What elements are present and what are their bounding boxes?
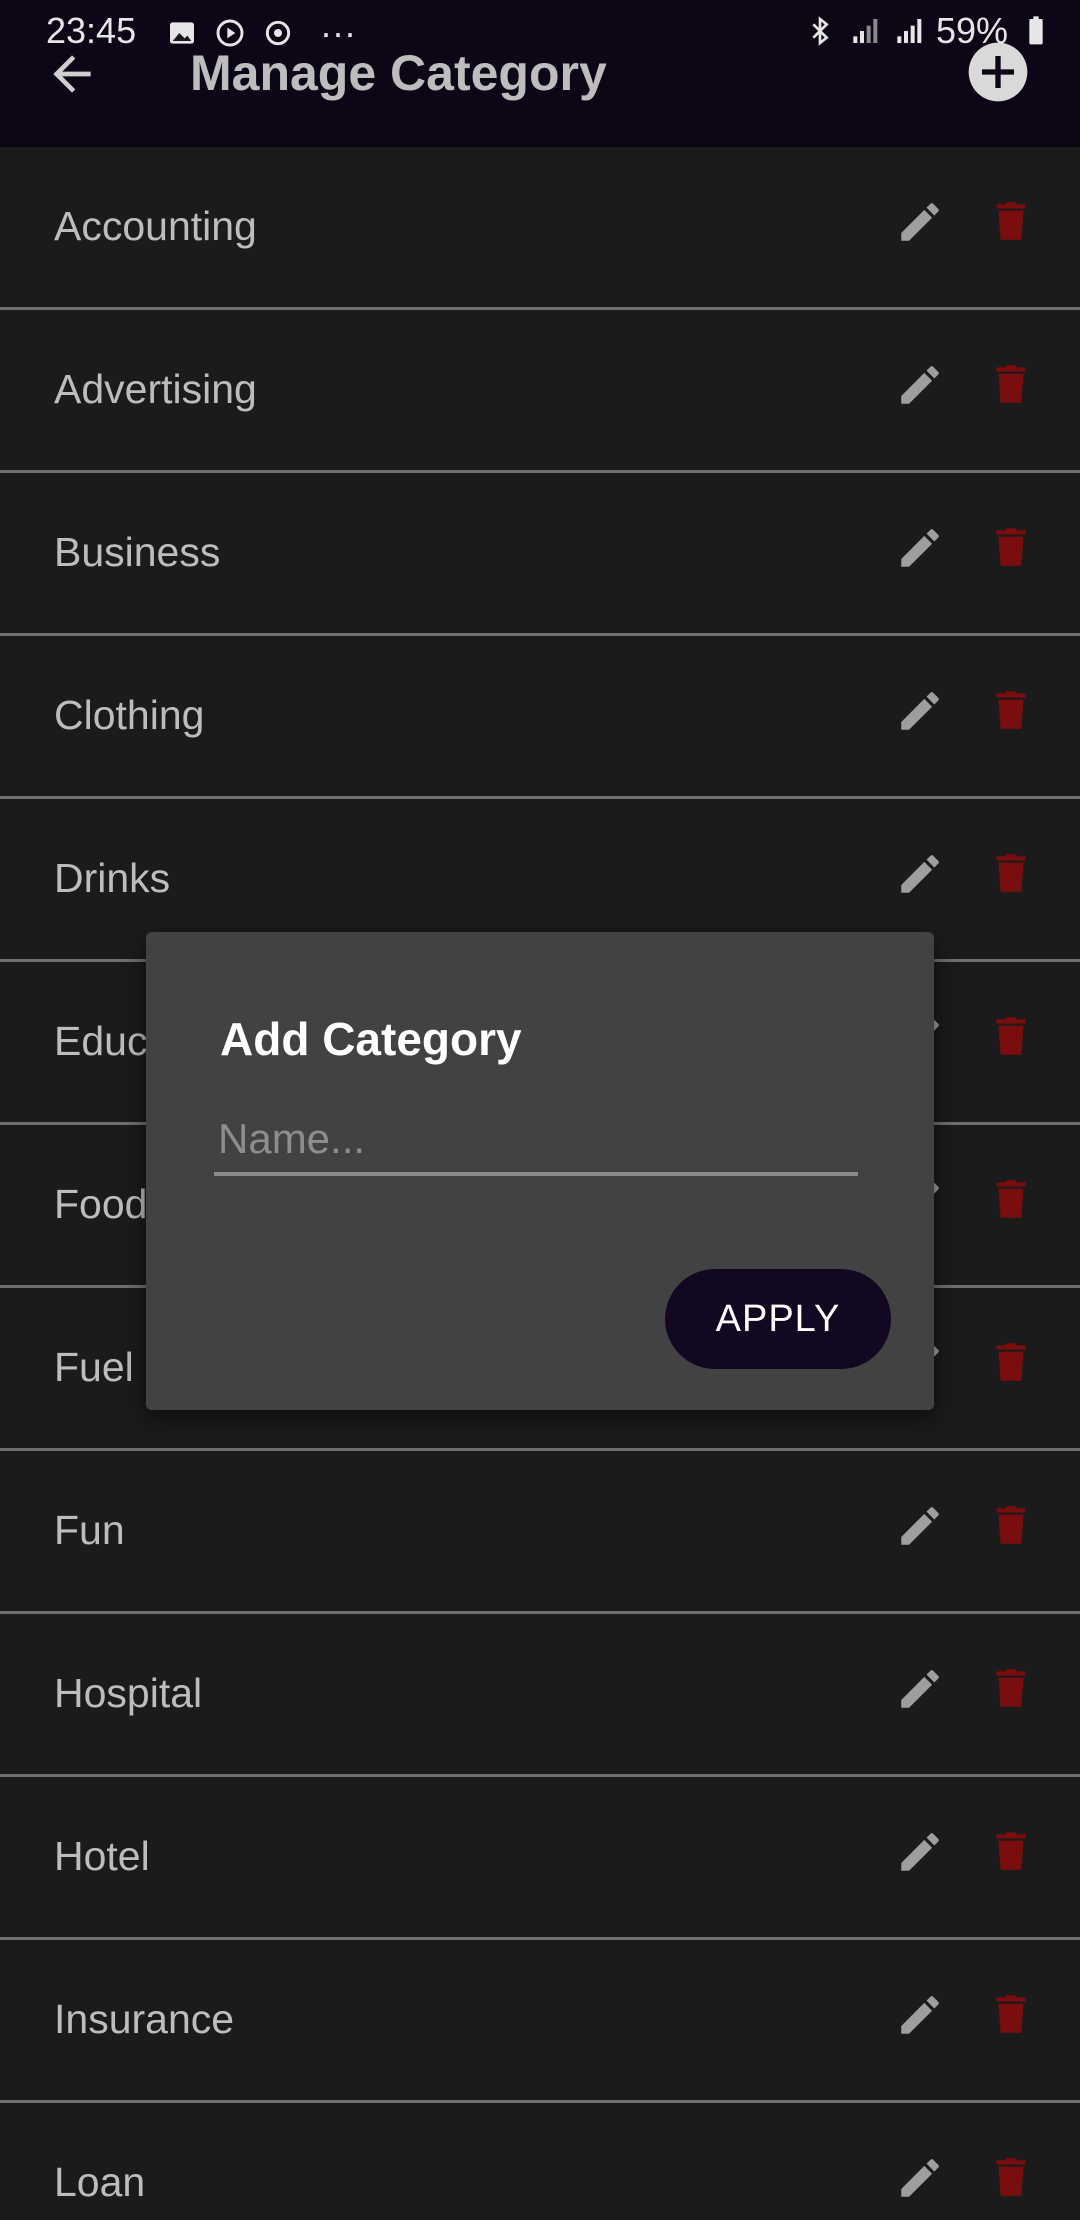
status-time: 23:45 bbox=[46, 10, 137, 51]
play-icon bbox=[216, 19, 244, 47]
signal-icon bbox=[897, 19, 922, 43]
status-bar: 23:45 ··· 59% bbox=[0, 0, 1080, 60]
battery-icon bbox=[1029, 16, 1043, 45]
image-icon bbox=[170, 22, 194, 44]
category-name-input[interactable] bbox=[214, 1112, 858, 1176]
dialog-title: Add Category bbox=[220, 1013, 522, 1065]
add-category-dialog: Add Category APPLY bbox=[146, 932, 934, 1410]
battery-percent: 59% bbox=[935, 10, 1008, 51]
sync-icon bbox=[265, 20, 291, 46]
apply-button[interactable]: APPLY bbox=[665, 1269, 891, 1369]
manage-category-screen: Manage Category 23:45 ··· 59% Accounting… bbox=[0, 0, 1080, 2220]
more-dots-icon: ··· bbox=[320, 12, 356, 53]
signal-icon bbox=[853, 19, 878, 43]
bluetooth-icon bbox=[812, 16, 829, 46]
